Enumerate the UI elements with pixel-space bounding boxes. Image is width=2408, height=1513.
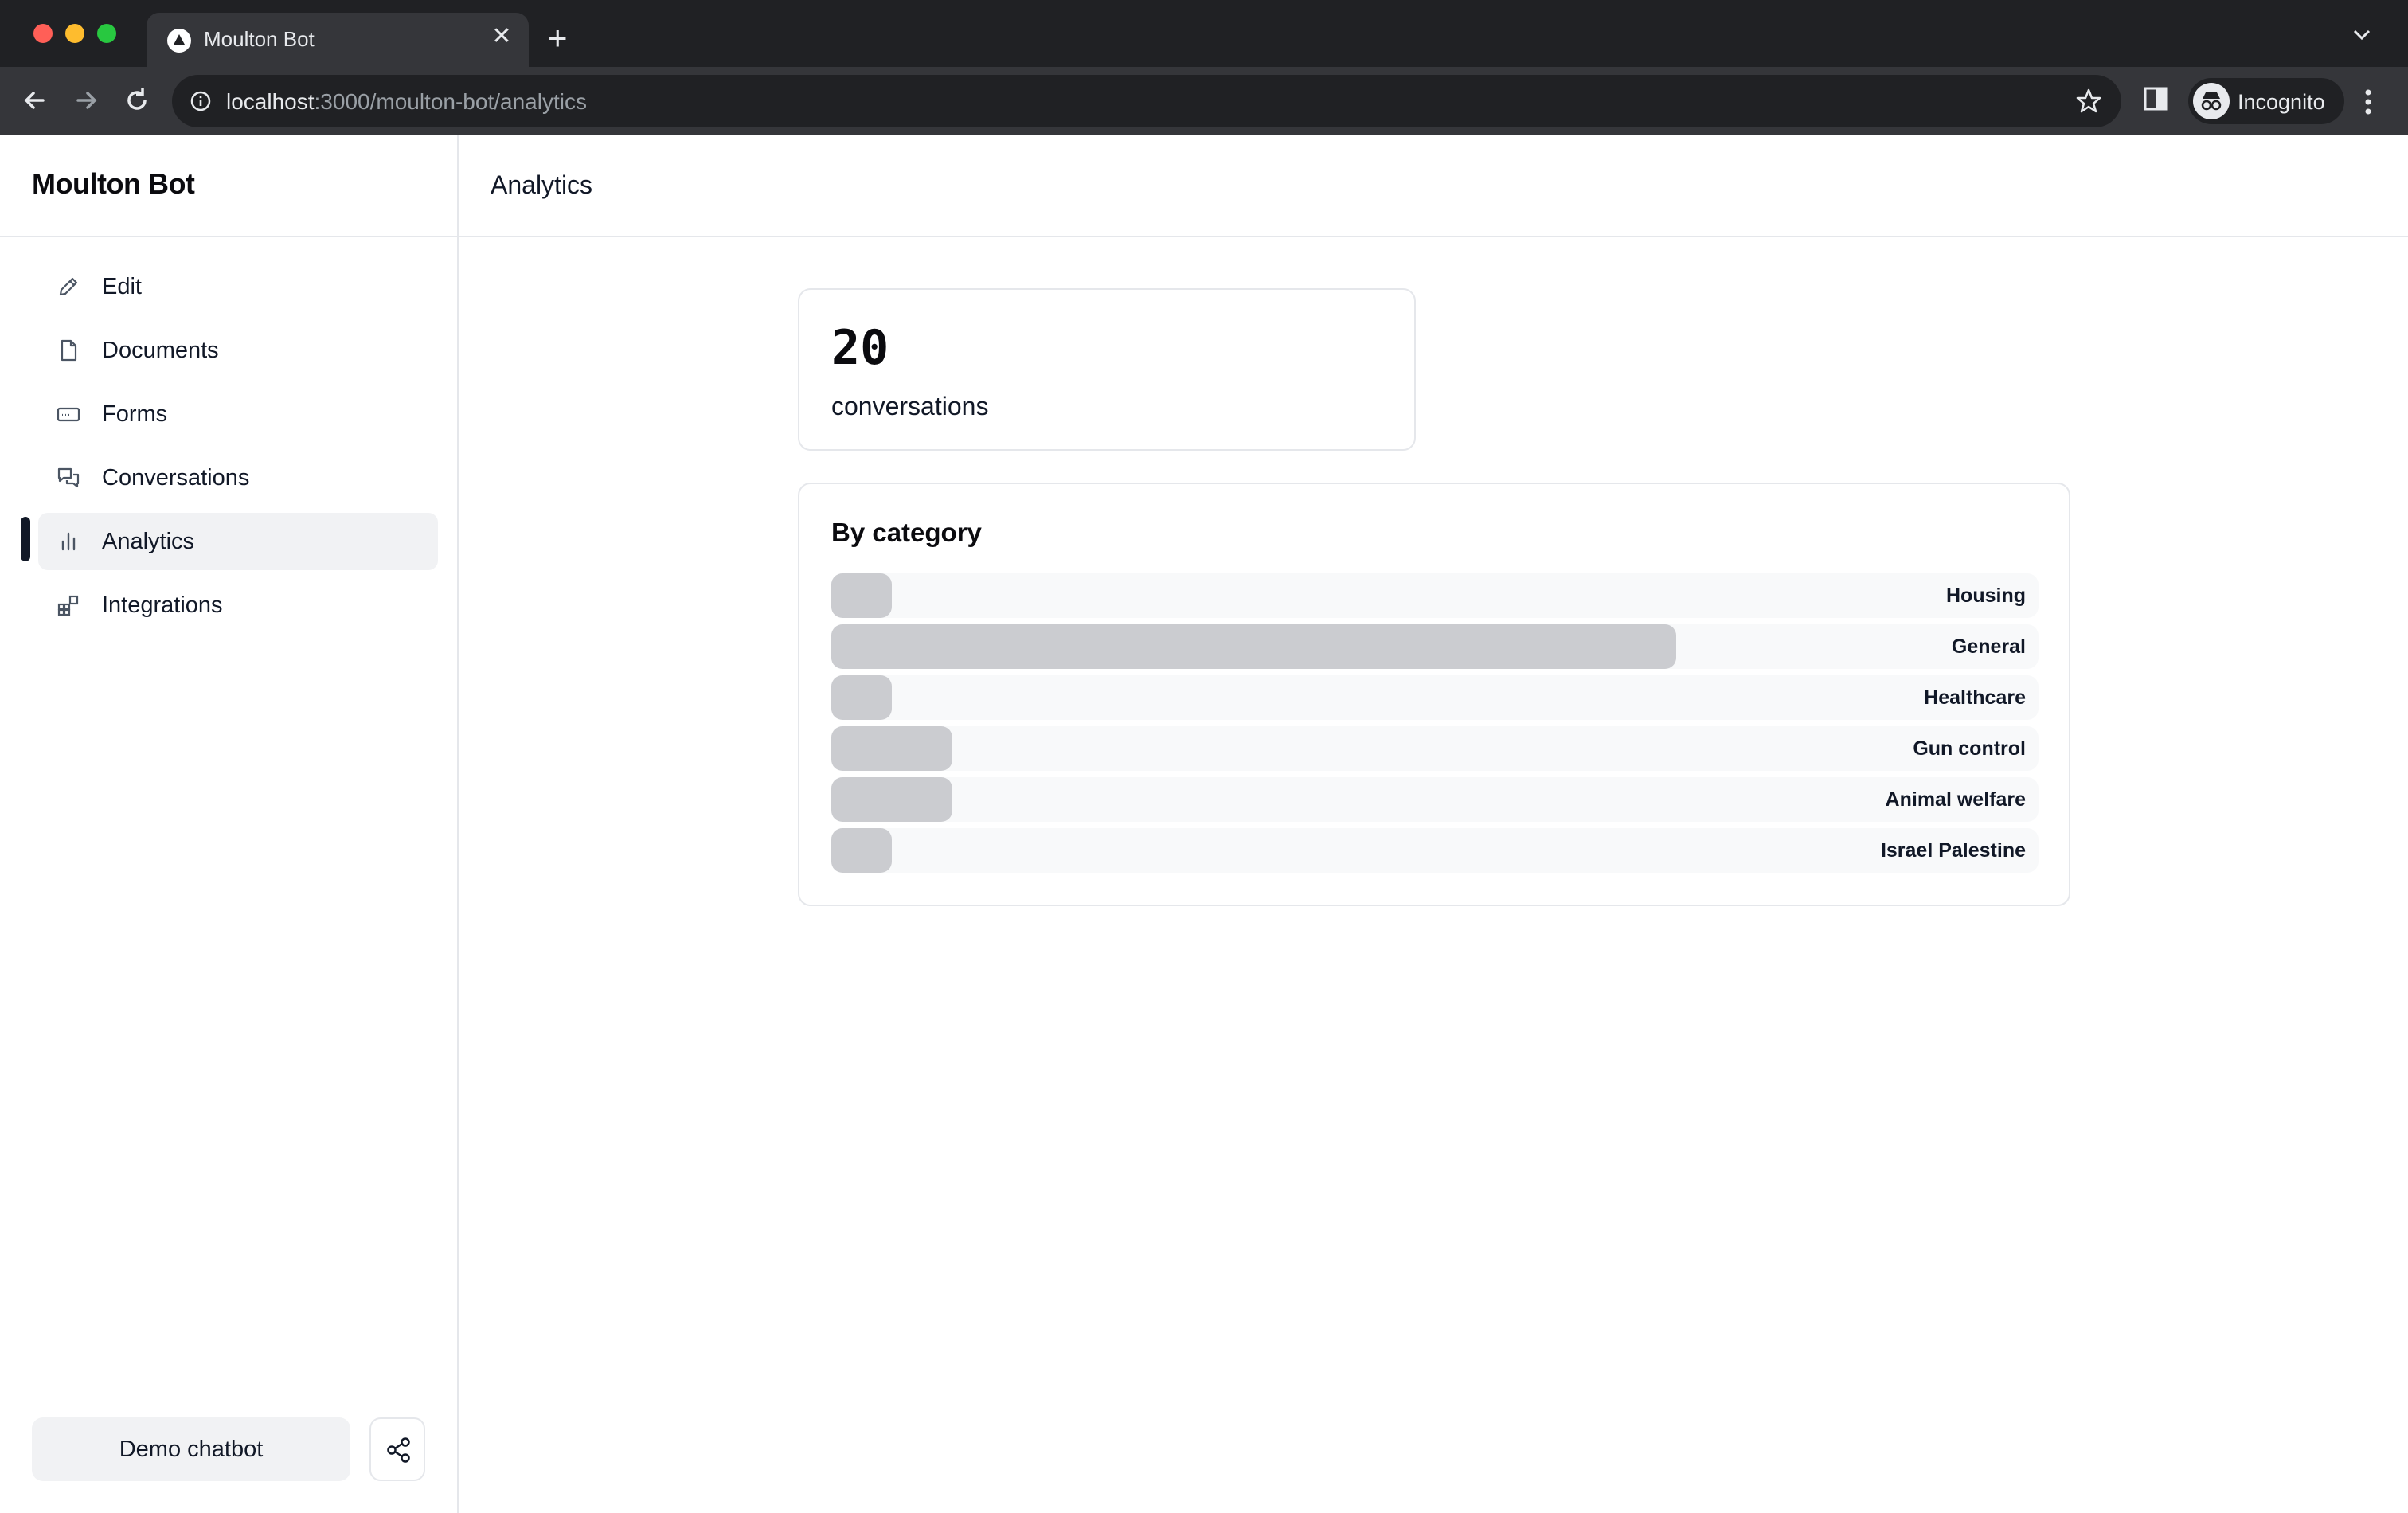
incognito-icon	[2193, 83, 2230, 119]
category-bar	[831, 624, 1676, 669]
browser-chrome: Moulton Bot ✕ + localhost:3000/moulton-b…	[0, 0, 2408, 135]
category-label: Housing	[1946, 584, 2026, 607]
sidebar-item-edit[interactable]: Edit	[38, 258, 438, 315]
back-icon[interactable]	[19, 84, 51, 116]
url-path: :3000/moulton-bot/analytics	[314, 89, 587, 114]
browser-toolbar: localhost:3000/moulton-bot/analytics Inc…	[0, 67, 2408, 135]
sidebar: Moulton Bot Edit Documents Forms Convers	[0, 135, 459, 1513]
form-icon	[56, 401, 81, 427]
maximize-window-button[interactable]	[97, 24, 116, 43]
sidebar-divider	[0, 236, 457, 237]
category-label: Healthcare	[1924, 686, 2026, 709]
category-bar	[831, 828, 892, 873]
category-bar-row: Healthcare	[831, 675, 2039, 720]
share-icon	[387, 1437, 410, 1463]
category-chart-card: By category Housing General Healthcare Gun …	[798, 483, 2070, 906]
sidebar-item-conversations[interactable]: Conversations	[38, 449, 438, 506]
incognito-profile-button[interactable]: Incognito	[2188, 78, 2344, 124]
demo-chatbot-button[interactable]: Demo chatbot	[32, 1417, 350, 1481]
reload-icon[interactable]	[121, 84, 153, 116]
category-bars: Housing General Healthcare Gun control Anima…	[831, 573, 2039, 879]
pencil-icon	[56, 274, 81, 299]
sidebar-item-forms[interactable]: Forms	[38, 385, 438, 443]
sidebar-item-label: Conversations	[102, 465, 250, 491]
incognito-label: Incognito	[2238, 90, 2325, 114]
sidebar-item-label: Integrations	[102, 592, 223, 618]
category-bar	[831, 573, 892, 618]
category-bar-row: Housing	[831, 573, 2039, 618]
site-info-icon[interactable]	[190, 90, 212, 116]
category-bar	[831, 675, 892, 720]
sidebar-item-documents[interactable]: Documents	[38, 322, 438, 379]
category-label: Israel Palestine	[1880, 839, 2026, 862]
favicon-icon	[167, 29, 191, 53]
category-bar	[831, 777, 952, 822]
bar-chart-icon	[56, 529, 81, 554]
close-window-button[interactable]	[33, 24, 53, 43]
sidebar-item-label: Forms	[102, 401, 168, 427]
sidebar-item-integrations[interactable]: Integrations	[38, 577, 438, 634]
category-bar-row: Animal welfare	[831, 777, 2039, 822]
close-tab-icon[interactable]: ✕	[487, 22, 516, 51]
category-bar-row: Gun control	[831, 726, 2039, 771]
tab-search-icon[interactable]	[2352, 29, 2371, 45]
browser-menu-icon[interactable]	[2362, 86, 2375, 122]
category-bar-row: Israel Palestine	[831, 828, 2039, 873]
conversation-count-label: conversations	[831, 392, 989, 420]
bookmark-star-icon[interactable]	[2075, 88, 2102, 119]
sidebar-item-analytics[interactable]: Analytics	[38, 513, 438, 570]
chat-icon	[56, 465, 81, 491]
browser-tab[interactable]: Moulton Bot ✕	[147, 13, 529, 67]
sidebar-item-label: Analytics	[102, 529, 195, 554]
chart-title: By category	[831, 518, 982, 547]
url-text: localhost:3000/moulton-bot/analytics	[226, 89, 587, 115]
active-nav-indicator	[21, 517, 30, 561]
address-bar[interactable]: localhost:3000/moulton-bot/analytics	[172, 75, 2121, 127]
page-header: Analytics	[459, 135, 2408, 237]
grid-plus-icon	[56, 592, 81, 618]
forward-icon[interactable]	[70, 84, 102, 116]
category-label: Animal welfare	[1885, 788, 2026, 811]
category-bar-row: General	[831, 624, 2039, 669]
category-bar	[831, 726, 952, 771]
sidebar-item-label: Edit	[102, 274, 142, 299]
conversations-stat-card: 20 conversations	[798, 288, 1416, 451]
tab-title: Moulton Bot	[204, 27, 315, 51]
category-label: General	[1951, 635, 2026, 658]
document-icon	[56, 338, 81, 363]
new-tab-icon[interactable]: +	[548, 22, 568, 55]
page-title: Analytics	[491, 170, 593, 199]
main-content: Analytics 20 conversations By category H…	[459, 135, 2408, 1513]
sidebar-item-label: Documents	[102, 338, 219, 363]
side-panel-icon[interactable]	[2144, 86, 2168, 115]
url-host: localhost	[226, 89, 315, 114]
brand-title: Moulton Bot	[32, 167, 195, 200]
category-label: Gun control	[1913, 737, 2026, 760]
minimize-window-button[interactable]	[65, 24, 84, 43]
conversation-count: 20	[831, 320, 889, 376]
tab-strip: Moulton Bot ✕ +	[0, 0, 2408, 67]
share-button[interactable]	[369, 1417, 425, 1481]
sidebar-nav: Edit Documents Forms Conversations Analy…	[38, 258, 438, 640]
